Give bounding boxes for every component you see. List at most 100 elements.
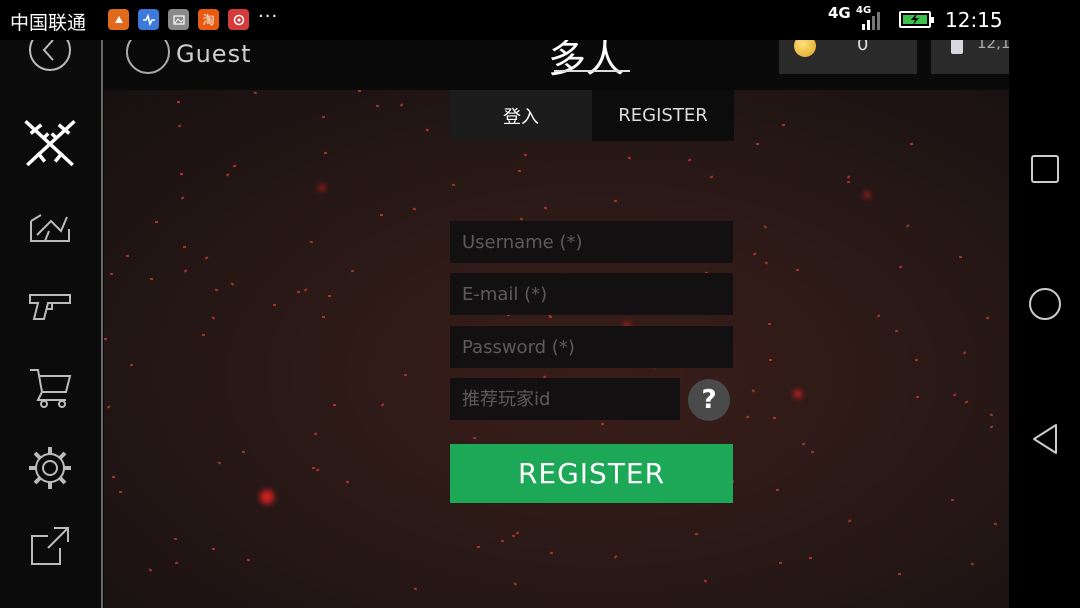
external-link-icon[interactable] xyxy=(22,518,78,574)
ember-spark xyxy=(627,156,632,160)
ember-spark xyxy=(183,269,188,273)
ember-spark xyxy=(752,252,756,256)
ember-spark xyxy=(514,582,518,586)
ember-spark xyxy=(962,351,966,355)
ember-spark xyxy=(964,400,968,403)
ember-spark xyxy=(477,545,481,548)
ember-glow xyxy=(864,192,870,198)
ember-spark xyxy=(226,173,230,177)
ember-spark xyxy=(273,303,277,306)
coin-value: 0 xyxy=(857,40,869,55)
ember-spark xyxy=(118,490,123,493)
ember-spark xyxy=(781,123,785,126)
ember-spark xyxy=(472,436,477,440)
ember-spark xyxy=(501,539,505,542)
signal-strength-icon xyxy=(862,10,880,30)
ember-spark xyxy=(898,265,903,268)
status-bar: 中国联通 淘 ··· 4G 4G 12:15 xyxy=(0,0,1080,40)
ember-spark xyxy=(769,358,773,361)
ember-spark xyxy=(970,562,974,565)
ticket-icon xyxy=(951,40,963,54)
ember-spark xyxy=(688,158,692,162)
clock: 12:15 xyxy=(945,8,1003,32)
ember-spark xyxy=(322,115,326,118)
shopping-cart-icon[interactable] xyxy=(22,358,78,414)
ember-spark xyxy=(376,104,380,107)
crossed-rifles-icon[interactable] xyxy=(22,116,78,172)
ember-spark xyxy=(154,220,158,223)
referrer-id-field[interactable] xyxy=(450,378,680,420)
ember-spark xyxy=(751,389,756,393)
ember-spark xyxy=(332,403,336,406)
carrier-name: 中国联通 xyxy=(10,12,87,34)
ember-spark xyxy=(180,173,184,175)
ember-spark xyxy=(110,273,114,276)
user-name: Guest xyxy=(176,40,252,68)
ember-spark xyxy=(614,555,618,559)
tab-login[interactable]: 登入 xyxy=(450,90,592,141)
ember-spark xyxy=(989,413,994,417)
ember-spark xyxy=(795,269,799,272)
register-button[interactable]: REGISTER xyxy=(450,444,733,503)
ember-spark xyxy=(177,100,181,103)
ember-spark xyxy=(958,255,962,258)
ember-spark xyxy=(808,556,812,559)
tab-register[interactable]: REGISTER xyxy=(592,90,734,141)
back-button[interactable] xyxy=(1028,422,1062,456)
ember-spark xyxy=(909,143,913,146)
ember-spark xyxy=(309,240,314,244)
weapon-crate-icon[interactable] xyxy=(22,200,78,256)
side-menu xyxy=(0,40,102,608)
recent-apps-button[interactable] xyxy=(1028,152,1062,186)
ember-spark xyxy=(767,322,771,325)
password-field[interactable] xyxy=(450,326,733,368)
ember-spark xyxy=(399,103,404,107)
ember-spark xyxy=(296,290,300,293)
page-title: 多人 xyxy=(548,40,625,81)
ember-spark xyxy=(452,183,456,186)
back-icon[interactable] xyxy=(22,40,78,78)
pistol-icon[interactable] xyxy=(22,278,78,334)
ember-spark xyxy=(613,199,617,202)
ember-spark xyxy=(174,538,178,540)
username-field[interactable] xyxy=(450,221,733,263)
notification-icons: 淘 xyxy=(108,9,249,30)
ember-spark xyxy=(778,561,782,564)
ember-spark xyxy=(232,164,236,167)
home-button[interactable] xyxy=(1028,287,1062,321)
ember-spark xyxy=(755,142,759,145)
coin-balance[interactable]: 0 xyxy=(779,40,917,74)
network-type: 4G xyxy=(828,4,851,22)
ticket-balance[interactable]: 12,1 xyxy=(931,40,1009,74)
ember-spark xyxy=(990,425,994,429)
ember-spark xyxy=(381,403,385,407)
ember-spark xyxy=(204,256,209,260)
ember-spark xyxy=(242,450,246,453)
ember-spark xyxy=(765,261,769,265)
ember-spark xyxy=(916,395,920,398)
ember-spark xyxy=(414,587,418,591)
settings-gear-icon[interactable] xyxy=(22,440,78,496)
email-field[interactable] xyxy=(450,273,733,315)
ember-spark xyxy=(914,359,918,362)
ember-spark xyxy=(148,568,152,572)
game-screen: Guest 多人 0 12,1 登入 REGISTER ? REGISTER xyxy=(0,40,1009,608)
ember-glow xyxy=(319,185,325,191)
health-app-icon xyxy=(138,9,159,30)
ember-spark xyxy=(104,338,108,341)
ember-spark xyxy=(772,416,776,419)
ember-spark xyxy=(801,442,806,446)
ember-spark xyxy=(425,128,429,132)
ember-spark xyxy=(217,460,222,464)
ember-spark xyxy=(994,522,998,525)
ember-spark xyxy=(895,329,899,333)
help-button[interactable]: ? xyxy=(688,379,730,421)
ember-spark xyxy=(600,422,604,425)
ember-spark xyxy=(950,499,954,502)
system-nav-bar xyxy=(1009,40,1080,608)
title-underline xyxy=(554,70,630,72)
ember-spark xyxy=(175,561,179,565)
ember-spark xyxy=(550,551,554,555)
ember-glow xyxy=(260,490,274,504)
gallery-icon xyxy=(168,9,189,30)
